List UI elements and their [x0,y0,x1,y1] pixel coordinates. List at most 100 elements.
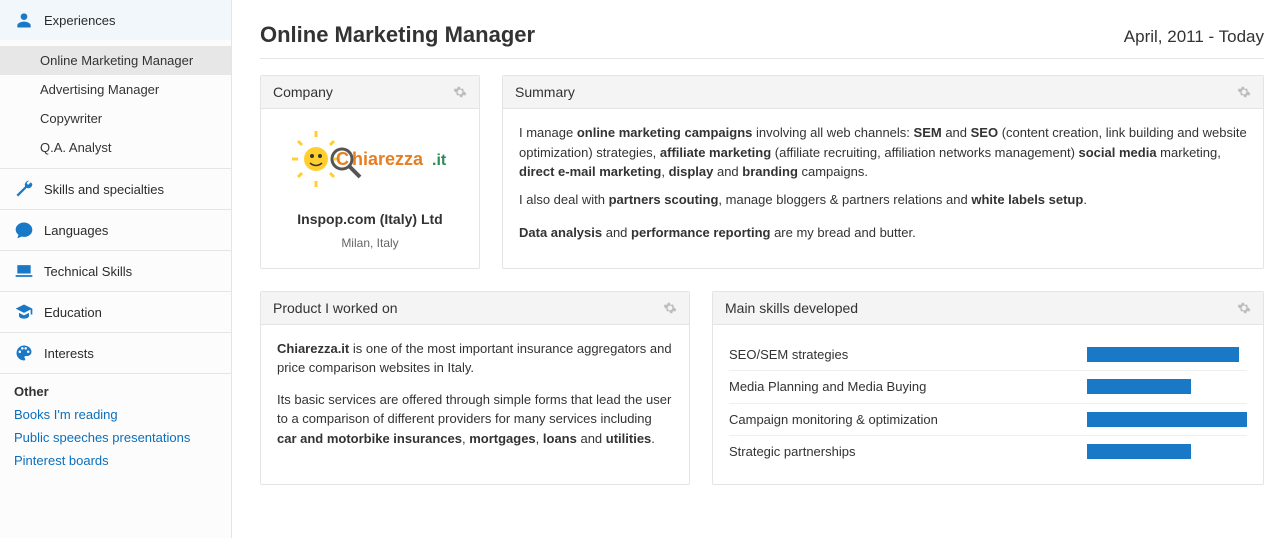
product-bold: utilities [606,431,652,446]
gear-icon[interactable] [1237,85,1251,99]
company-logo: hiarezza .it C [290,129,450,195]
skills-card-heading: Main skills developed [725,300,858,316]
skill-bar-fill [1087,379,1191,394]
skills-body: SEO/SEM strategies Media Planning and Med… [713,325,1263,484]
sidebar-subitem-online-marketing-manager[interactable]: Online Marketing Manager [0,46,231,75]
product-card-heading: Product I worked on [273,300,398,316]
skill-bar [1087,444,1247,459]
skill-row: SEO/SEM strategies [729,339,1247,371]
sidebar-label-technical: Technical Skills [44,264,132,279]
summary-text: I also deal with [519,192,609,207]
summary-card: Summary I manage online marketing campai… [502,75,1264,269]
summary-bold: direct e-mail marketing [519,164,661,179]
sidebar-item-experiences[interactable]: Experiences [0,0,231,40]
company-location: Milan, Italy [277,234,463,252]
sidebar-label-skills: Skills and specialties [44,182,164,197]
skill-name: Strategic partnerships [729,442,855,462]
skill-bar-fill [1087,412,1247,427]
sidebar-other-links: Books I'm reading Public speeches presen… [0,403,231,484]
summary-text: and [713,164,742,179]
svg-text:C: C [336,149,349,169]
sidebar-label-experiences: Experiences [44,13,116,28]
skill-bar [1087,347,1247,362]
skill-name: SEO/SEM strategies [729,345,848,365]
gear-icon[interactable] [453,85,467,99]
gear-icon[interactable] [663,301,677,315]
summary-bold: SEM [914,125,942,140]
wrench-icon [14,179,34,199]
sidebar-item-technical[interactable]: Technical Skills [0,251,231,291]
link-books-reading[interactable]: Books I'm reading [14,403,217,426]
gear-icon[interactable] [1237,301,1251,315]
summary-body: I manage online marketing campaigns invo… [503,109,1263,267]
company-name: Inspop.com (Italy) Ltd [277,209,463,230]
company-card: Company [260,75,480,269]
product-bold: car and motorbike insurances [277,431,462,446]
product-text: and [577,431,606,446]
skill-bar [1087,412,1247,427]
sidebar-label-interests: Interests [44,346,94,361]
skills-card: Main skills developed SEO/SEM strategies… [712,291,1264,485]
product-card: Product I worked on Chiarezza.it is one … [260,291,690,485]
date-from: April, 2011 [1124,27,1204,46]
svg-text:hiarezza: hiarezza [352,149,424,169]
summary-card-heading: Summary [515,84,575,100]
skill-row: Media Planning and Media Buying [729,370,1247,403]
summary-bold: display [669,164,714,179]
summary-bold: branding [742,164,798,179]
summary-text: . [1083,192,1087,207]
summary-text: , manage bloggers & partners relations a… [718,192,971,207]
summary-bold: performance reporting [631,225,770,240]
sidebar-subitem-qa-analyst[interactable]: Q.A. Analyst [0,133,231,162]
laptop-icon [14,261,34,281]
product-body: Chiarezza.it is one of the most importan… [261,325,689,477]
sidebar-subitem-advertising-manager[interactable]: Advertising Manager [0,75,231,104]
product-bold: loans [543,431,577,446]
grad-icon [14,302,34,322]
summary-bold: social media [1079,145,1157,160]
skill-name: Media Planning and Media Buying [729,377,926,397]
svg-text:.it: .it [432,152,447,169]
company-card-heading: Company [273,84,333,100]
sidebar-sublist-experiences: Online Marketing Manager Advertising Man… [0,40,231,168]
sidebar-label-education: Education [44,305,102,320]
summary-text: I manage [519,125,577,140]
skill-row: Strategic partnerships [729,435,1247,468]
product-text: . [651,431,655,446]
link-public-speeches[interactable]: Public speeches presentations [14,426,217,449]
product-bold: Chiarezza.it [277,341,349,356]
summary-text: involving all web channels: [752,125,913,140]
summary-bold: partners scouting [609,192,719,207]
summary-text: and [942,125,971,140]
link-pinterest-boards[interactable]: Pinterest boards [14,449,217,472]
date-range: April, 2011 - Today [1124,27,1264,47]
page-title: Online Marketing Manager [260,22,535,48]
sidebar-item-languages[interactable]: Languages [0,210,231,250]
summary-text: campaigns. [798,164,868,179]
sidebar-subitem-copywriter[interactable]: Copywriter [0,104,231,133]
summary-text: and [602,225,631,240]
sidebar-label-languages: Languages [44,223,108,238]
date-sep: - [1204,27,1219,46]
summary-bold: affiliate marketing [660,145,771,160]
summary-bold: online marketing campaigns [577,125,753,140]
sidebar: Experiences Online Marketing Manager Adv… [0,0,232,538]
sidebar-item-education[interactable]: Education [0,292,231,332]
summary-bold: Data analysis [519,225,602,240]
summary-bold: SEO [971,125,998,140]
main-content: Online Marketing Manager April, 2011 - T… [232,0,1286,538]
skill-bar-fill [1087,444,1191,459]
date-to: Today [1219,27,1264,46]
sidebar-item-interests[interactable]: Interests [0,333,231,373]
sidebar-item-skills[interactable]: Skills and specialties [0,169,231,209]
summary-bold: white labels setup [971,192,1083,207]
sidebar-other-heading: Other [0,374,231,403]
skill-bar-fill [1087,347,1239,362]
product-text: , [536,431,543,446]
person-icon [14,10,34,30]
summary-text: are my bread and butter. [770,225,915,240]
skill-name: Campaign monitoring & optimization [729,410,938,430]
summary-text: (affiliate recruiting, affiliation netwo… [771,145,1078,160]
summary-text: , [661,164,668,179]
bubble-icon [14,220,34,240]
